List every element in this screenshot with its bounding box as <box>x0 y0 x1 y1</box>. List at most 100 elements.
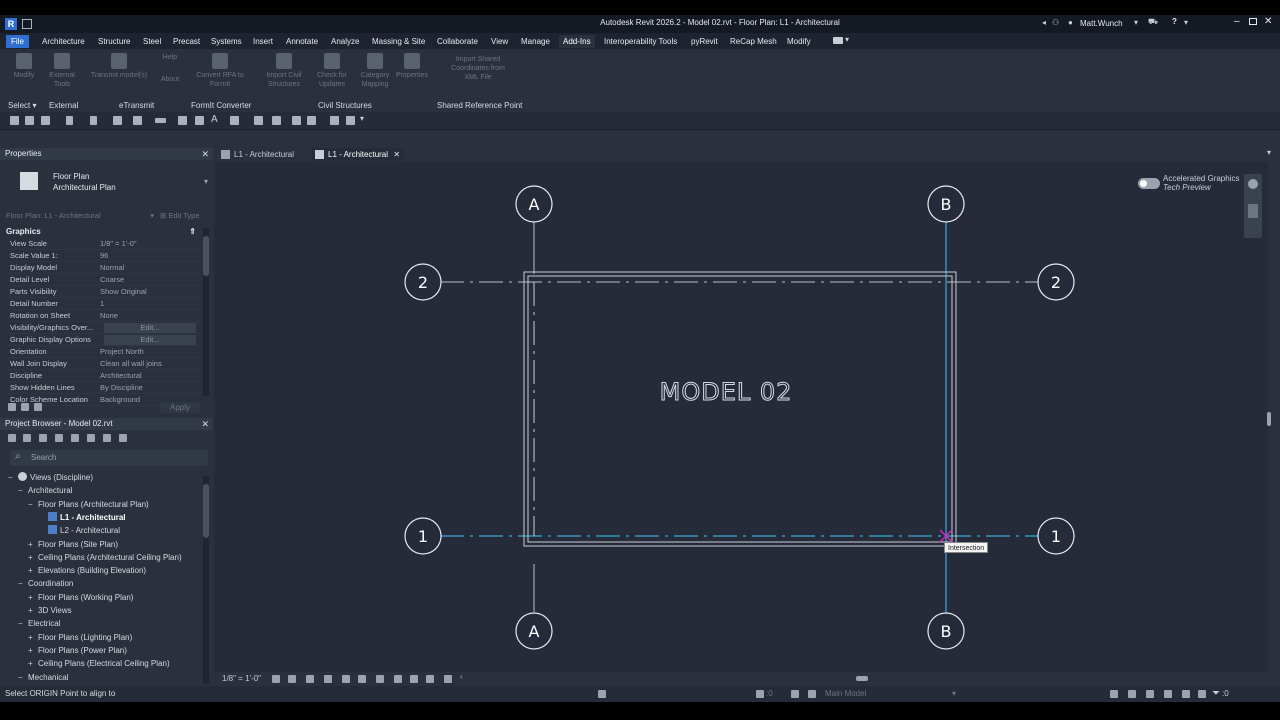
import-shared-coordinates-button[interactable]: Import Shared Coordinates from XML File <box>448 55 508 82</box>
click-select-icon[interactable] <box>598 690 606 698</box>
active-model-selector[interactable]: Main Model ▾ <box>825 689 960 698</box>
tile-views-icon[interactable] <box>330 116 339 125</box>
tab-systems[interactable]: Systems <box>211 35 242 48</box>
close-icon[interactable]: ✕ <box>1264 16 1272 27</box>
browser-tree-item[interactable]: + Floor Plans (Working Plan) <box>28 591 133 604</box>
browser-tree-item[interactable]: + Ceiling Plans (Electrical Ceiling Plan) <box>28 657 170 670</box>
instance-selector[interactable]: Floor Plan: L1 - Architectural ▾ <box>6 210 156 222</box>
show-crop-region-icon[interactable] <box>358 675 366 683</box>
property-row[interactable]: Visibility/Graphics Over... Edit... <box>6 322 200 334</box>
doc-tab-l1-architectural[interactable]: L1 - Architectural <box>218 148 298 161</box>
sync-icon[interactable] <box>41 116 50 125</box>
select-links-icon[interactable] <box>1110 690 1118 698</box>
browser-tree-item[interactable]: L2 - Architectural <box>38 524 120 537</box>
tab-steel[interactable]: Steel <box>143 35 161 48</box>
temporary-hide-icon[interactable] <box>394 675 402 683</box>
browser-link-icon[interactable] <box>119 434 127 442</box>
sort-icon[interactable] <box>21 403 29 411</box>
property-row[interactable]: Parts Visibility Show Original <box>6 286 200 298</box>
property-row[interactable]: Wall Join Display Clean all wall joins <box>6 358 200 370</box>
view-bar-collapse-icon[interactable]: ‹ <box>460 672 463 681</box>
property-row[interactable]: Rotation on Sheet None <box>6 310 200 322</box>
tab-massing-site[interactable]: Massing & Site <box>372 35 425 48</box>
tab-pyrevit[interactable]: pyRevit <box>691 35 718 48</box>
check-for-updates-button[interactable]: Check for Updates <box>310 53 354 89</box>
tab-manage[interactable]: Manage <box>521 35 550 48</box>
transmit-models-button[interactable]: Transmit model(s) <box>84 53 154 80</box>
tab-analyze[interactable]: Analyze <box>331 35 359 48</box>
categorized-icon[interactable] <box>8 403 16 411</box>
tag-icon[interactable] <box>178 116 187 125</box>
zoom-region-icon[interactable] <box>1248 204 1258 218</box>
collapse-icon[interactable]: − <box>18 484 28 497</box>
browser-search[interactable]: ⌕ Search <box>10 450 208 466</box>
tab-file[interactable]: File <box>6 35 29 48</box>
property-row[interactable]: Orientation Project North <box>6 346 200 358</box>
close-hidden-icon[interactable] <box>292 116 301 125</box>
expand-icon[interactable]: + <box>28 564 38 577</box>
tab-view[interactable]: View <box>491 35 508 48</box>
property-row[interactable]: Detail Level Coarse <box>6 274 200 286</box>
expand-icon[interactable]: + <box>28 631 38 644</box>
save-icon[interactable] <box>25 116 34 125</box>
drawing-canvas[interactable]: A B A B 2 2 1 1 MODEL 02 Intersection Ac… <box>214 162 1271 672</box>
filter-icon[interactable]: ⏷ <box>1212 688 1220 699</box>
spot-elevation-icon[interactable] <box>195 116 204 125</box>
browser-scrollbar[interactable] <box>203 476 209 684</box>
modify-button[interactable]: Modify <box>4 53 44 80</box>
browser-tree-item[interactable]: − Mechanical <box>18 671 68 684</box>
browser-tree-item[interactable]: + Floor Plans (Site Plan) <box>28 538 118 551</box>
help-dropdown-icon[interactable]: ▾ <box>1184 18 1188 27</box>
open-icon[interactable] <box>10 116 19 125</box>
user-dropdown-icon[interactable]: ▾ <box>1134 18 1138 27</box>
select-by-face-icon[interactable] <box>1164 690 1172 698</box>
revit-logo[interactable]: R <box>5 18 17 30</box>
wall-outline[interactable] <box>523 271 957 547</box>
browser-tree-item[interactable]: − Views (Discipline) <box>8 471 93 484</box>
dimension-icon[interactable] <box>155 118 166 123</box>
customize-qat-icon[interactable]: ▾ <box>360 114 364 123</box>
expand-icon[interactable]: + <box>28 657 38 670</box>
doc-tab-l1-architectural-active[interactable]: L1 - Architectural ✕ <box>312 148 405 161</box>
property-edit-button[interactable]: Edit... <box>104 323 196 333</box>
tab-structure[interactable]: Structure <box>98 35 130 48</box>
properties-titlebar[interactable]: Properties ✕ <box>0 148 213 160</box>
browser-schedules-icon[interactable] <box>55 434 63 442</box>
tab-recap-mesh[interactable]: ReCap Mesh <box>730 35 777 48</box>
expand-icon[interactable]: + <box>28 538 38 551</box>
select-underlay-icon[interactable] <box>1128 690 1136 698</box>
browser-tree-item[interactable]: + Ceiling Plans (Architectural Ceiling Pl… <box>28 551 182 564</box>
collapse-icon[interactable]: − <box>18 671 28 684</box>
ribbon-options-dropdown-icon[interactable]: ▾ <box>845 35 849 44</box>
browser-revit-links-icon[interactable] <box>103 434 111 442</box>
browser-sheets-icon[interactable] <box>39 434 47 442</box>
view-scale[interactable]: 1/8" = 1'-0" <box>222 674 261 683</box>
model-text[interactable]: MODEL 02 <box>626 378 826 407</box>
expand-icon[interactable]: + <box>28 644 38 657</box>
sun-path-icon[interactable] <box>306 675 314 683</box>
expand-icon[interactable]: + <box>28 551 38 564</box>
design-options-icon[interactable] <box>791 690 799 698</box>
property-row[interactable]: View Scale 1/8" = 1'-0" <box>6 238 200 250</box>
steering-wheel-icon[interactable] <box>1248 179 1258 189</box>
drag-on-selection-icon[interactable] <box>1182 690 1190 698</box>
print-icon[interactable] <box>113 116 122 125</box>
tab-interoperability-tools[interactable]: Interoperability Tools <box>604 35 677 48</box>
temporary-view-properties-icon[interactable] <box>426 675 434 683</box>
collapse-icon[interactable]: − <box>8 471 18 484</box>
user-interface-icon[interactable] <box>346 116 355 125</box>
doc-tabs-dropdown-icon[interactable]: ▾ <box>1267 148 1271 157</box>
share-icon[interactable]: ⚇ <box>1052 18 1059 27</box>
crop-view-icon[interactable] <box>342 675 350 683</box>
external-tools-button[interactable]: External Tools <box>42 53 82 89</box>
reveal-hidden-icon[interactable] <box>410 675 418 683</box>
doc-tab-close-icon[interactable]: ✕ <box>393 148 400 161</box>
select-pinned-icon[interactable] <box>1146 690 1154 698</box>
tab-annotate[interactable]: Annotate <box>286 35 318 48</box>
expand-icon[interactable]: + <box>28 604 38 617</box>
browser-tree-item[interactable]: − Architectural <box>18 484 72 497</box>
filter-icon[interactable] <box>34 403 42 411</box>
category-mapping-button[interactable]: Category Mapping <box>354 53 396 89</box>
project-browser-titlebar[interactable]: Project Browser - Model 02.rvt ✕ <box>0 418 213 430</box>
type-selector[interactable]: Floor Plan Architectural Plan ▾ <box>6 162 212 202</box>
